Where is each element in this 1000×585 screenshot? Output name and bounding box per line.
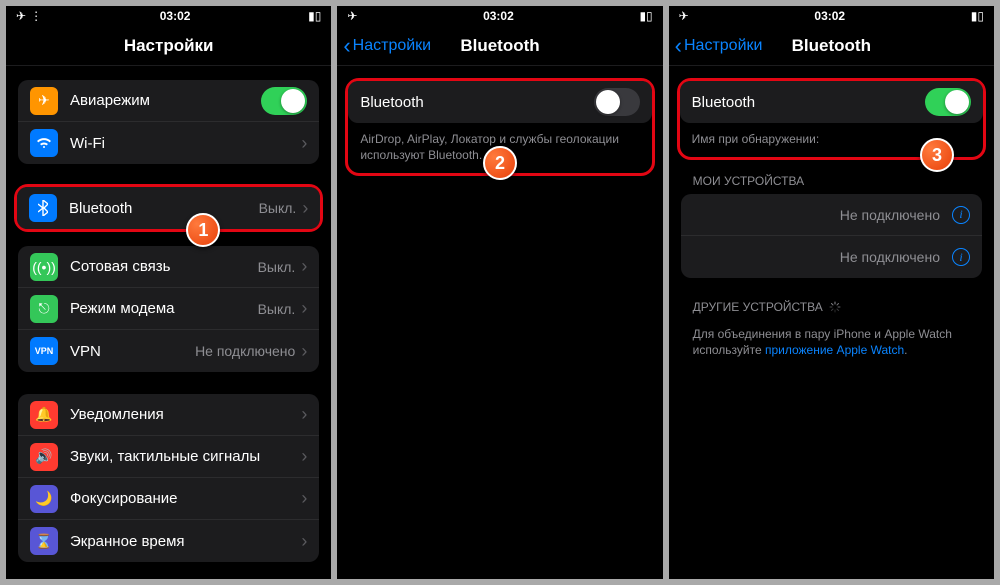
chevron-right-icon: ›	[301, 488, 307, 509]
bluetooth-content: Bluetooth Имя при обнаружении: 3 МОИ УСТ…	[669, 66, 994, 579]
callout-3: 3	[920, 138, 954, 172]
bluetooth-on-screen: ✈︎ 03:02 ▮▯ ‹ Настройки Bluetooth Blueto…	[669, 6, 994, 579]
row-airplane[interactable]: ✈︎ Авиарежим	[18, 80, 319, 122]
navbar: Настройки	[6, 26, 331, 66]
row-bluetooth-toggle[interactable]: Bluetooth	[680, 81, 983, 123]
row-screentime[interactable]: ⌛ Экранное время ›	[18, 520, 319, 562]
settings-list[interactable]: ✈︎ Авиарежим Wi-Fi › Bluetooth Выкл. ›	[6, 66, 331, 579]
airplane-icon: ✈︎	[30, 87, 58, 115]
info-icon[interactable]: i	[952, 248, 970, 266]
pair-hint: Для объединения в пару iPhone и Apple Wa…	[669, 320, 994, 358]
sounds-icon: 🔊	[30, 443, 58, 471]
airplane-status-icon: ✈︎	[16, 9, 26, 23]
spinner-icon	[829, 301, 841, 313]
battery-icon: ▮▯	[308, 9, 321, 23]
bluetooth-toggle[interactable]	[594, 88, 640, 116]
airplane-toggle[interactable]	[261, 87, 307, 115]
settings-screen: ✈︎ ⋮ 03:02 ▮▯ Настройки ✈︎ Авиарежим Wi-F…	[6, 6, 331, 579]
row-sounds[interactable]: 🔊 Звуки, тактильные сигналы ›	[18, 436, 319, 478]
chevron-right-icon: ›	[301, 531, 307, 552]
highlight-bluetooth: Bluetooth Выкл. › 1	[14, 184, 323, 232]
focus-icon: 🌙	[30, 485, 58, 513]
status-bar: ✈︎ ⋮ 03:02 ▮▯	[6, 6, 331, 26]
status-time: 03:02	[814, 9, 845, 23]
row-wifi[interactable]: Wi-Fi ›	[18, 122, 319, 164]
chevron-left-icon: ‹	[675, 35, 682, 57]
status-time: 03:02	[483, 9, 514, 23]
row-focus[interactable]: 🌙 Фокусирование ›	[18, 478, 319, 520]
wifi-icon	[30, 129, 58, 157]
chevron-left-icon: ‹	[343, 35, 350, 57]
battery-icon: ▮▯	[639, 9, 652, 23]
bluetooth-toggle[interactable]	[925, 88, 971, 116]
hotspot-icon: ⎋	[30, 295, 58, 323]
status-time: 03:02	[160, 9, 191, 23]
navbar: ‹ Настройки Bluetooth	[337, 26, 662, 66]
info-icon[interactable]: i	[952, 206, 970, 224]
chevron-right-icon: ›	[302, 198, 308, 219]
chevron-right-icon: ›	[301, 256, 307, 277]
page-title: Настройки	[124, 36, 214, 56]
battery-icon: ▮▯	[971, 9, 984, 23]
row-bluetooth-toggle[interactable]: Bluetooth	[348, 81, 651, 123]
vpn-icon: VPN	[30, 337, 58, 365]
back-button[interactable]: ‹ Настройки	[343, 26, 431, 65]
bluetooth-off-screen: ✈︎ 03:02 ▮▯ ‹ Настройки Bluetooth Blueto…	[337, 6, 662, 579]
airplane-status-icon: ✈︎	[679, 9, 689, 23]
row-vpn[interactable]: VPN VPN Не подключено ›	[18, 330, 319, 372]
apple-watch-link[interactable]: приложение Apple Watch	[765, 343, 904, 357]
wifi-status-icon: ⋮	[30, 9, 42, 23]
row-cellular[interactable]: ((•)) Сотовая связь Выкл. ›	[18, 246, 319, 288]
page-title: Bluetooth	[792, 36, 871, 56]
row-notifications[interactable]: 🔔 Уведомления ›	[18, 394, 319, 436]
section-other-devices: ДРУГИЕ УСТРОЙСТВА	[669, 300, 994, 320]
airplane-status-icon: ✈︎	[347, 9, 357, 23]
row-bluetooth[interactable]: Bluetooth Выкл. ›	[17, 187, 320, 229]
callout-2: 2	[483, 146, 517, 180]
navbar: ‹ Настройки Bluetooth	[669, 26, 994, 66]
page-title: Bluetooth	[460, 36, 539, 56]
device-row[interactable]: Не подключено i	[681, 236, 982, 278]
status-bar: ✈︎ 03:02 ▮▯	[337, 6, 662, 26]
notifications-icon: 🔔	[30, 401, 58, 429]
back-button[interactable]: ‹ Настройки	[675, 26, 763, 65]
row-hotspot[interactable]: ⎋ Режим модема Выкл. ›	[18, 288, 319, 330]
callout-1: 1	[186, 213, 220, 247]
chevron-right-icon: ›	[301, 446, 307, 467]
chevron-right-icon: ›	[301, 404, 307, 425]
status-bar: ✈︎ 03:02 ▮▯	[669, 6, 994, 26]
cellular-icon: ((•))	[30, 253, 58, 281]
bluetooth-icon	[29, 194, 57, 222]
screentime-icon: ⌛	[30, 527, 58, 555]
chevron-right-icon: ›	[301, 341, 307, 362]
device-row[interactable]: Не подключено i	[681, 194, 982, 236]
chevron-right-icon: ›	[301, 133, 307, 154]
bluetooth-content: Bluetooth AirDrop, AirPlay, Локатор и сл…	[337, 66, 662, 579]
section-my-devices: МОИ УСТРОЙСТВА	[669, 174, 994, 194]
chevron-right-icon: ›	[301, 298, 307, 319]
